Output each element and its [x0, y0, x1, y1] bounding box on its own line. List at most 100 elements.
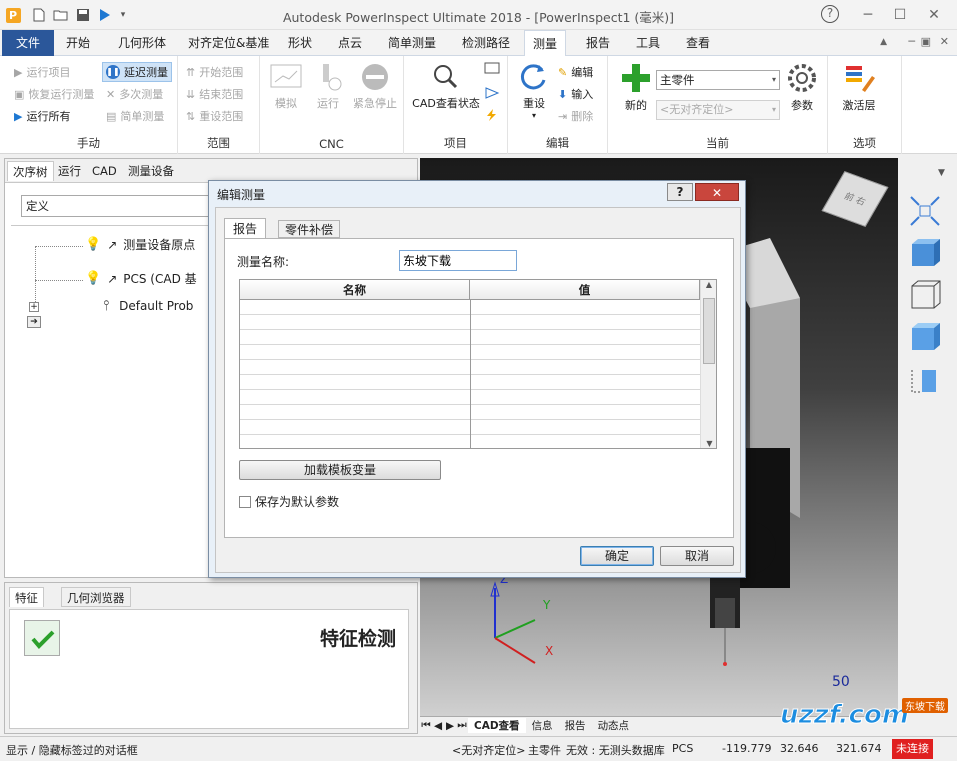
col-name-header[interactable]: 名称 — [240, 280, 470, 300]
collapse-ribbon-icon[interactable]: ▲ — [880, 37, 887, 47]
filter-select[interactable]: 定义 — [21, 195, 211, 217]
simulate-button[interactable]: 模拟 — [268, 62, 304, 111]
next-tab-icon[interactable]: ▶ — [444, 720, 456, 732]
tab-start[interactable]: 开始 — [58, 30, 98, 56]
lightning-icon[interactable] — [484, 108, 500, 125]
arrow-icon[interactable] — [484, 86, 500, 103]
prev-tab-icon[interactable]: ◀ — [432, 720, 444, 732]
dialog-help-button[interactable]: ? — [667, 183, 693, 201]
variables-grid: 名称 值 ▲ ▼ — [239, 279, 717, 449]
group-cnc: 模拟 运行 紧急停止 CNC — [260, 56, 404, 154]
alignment-select[interactable]: <无对齐定位> ▾ — [656, 100, 780, 120]
tab-part-compensation[interactable]: 零件补偿 — [278, 220, 341, 238]
tab-report[interactable]: 报告 — [578, 30, 618, 56]
solid-view-icon[interactable] — [908, 320, 942, 354]
activate-layer-button[interactable]: 激活层 — [834, 62, 884, 113]
axis-icon: ↗ — [107, 237, 118, 252]
load-template-button[interactable]: 加载模板变量 — [239, 460, 441, 480]
stop-icon — [362, 64, 388, 90]
run-item-button[interactable]: ▶ 运行项目 — [14, 62, 70, 82]
tab-tools[interactable]: 工具 — [628, 30, 668, 56]
tab-report-settings[interactable]: 报告 — [224, 218, 267, 238]
tab-alignment[interactable]: 对齐定位&基准 — [180, 30, 277, 56]
tab-features[interactable]: 特征 — [9, 587, 44, 607]
layers-pencil-icon — [846, 66, 875, 92]
toolbar-menu-icon[interactable]: ▼ — [938, 168, 945, 178]
cnc-run-icon — [323, 64, 342, 91]
cnc-run-button[interactable]: 运行 — [310, 62, 346, 111]
minimize-button[interactable]: ─ — [854, 4, 882, 26]
measure-name-input[interactable] — [399, 250, 517, 271]
doc-close-icon[interactable]: ✕ — [940, 35, 949, 48]
col-value-header[interactable]: 值 — [470, 280, 700, 300]
tab-run[interactable]: 运行 — [53, 161, 86, 181]
close-button[interactable]: ✕ — [920, 4, 948, 26]
section-view-icon[interactable] — [908, 362, 942, 396]
arrow-right-icon[interactable]: ➔ — [27, 316, 41, 328]
group-manual: ▶ 运行项目 ▣ 恢复运行测量 ▶ 运行所有 ❚❚ 延迟测量 ✕ 多次测量 ▤ 简单测量 手… — [0, 56, 178, 154]
reset-range-button[interactable]: ⇅ 重设范围 — [186, 106, 243, 126]
new-button[interactable]: 新的 — [616, 62, 656, 113]
end-range-button[interactable]: ⇊ 结束范围 — [186, 84, 243, 104]
tab-geometry[interactable]: 几何形体 — [110, 30, 174, 56]
reset-button[interactable]: 重设 ▾ — [514, 62, 554, 120]
doc-restore-icon[interactable]: ▣ — [921, 35, 931, 48]
tab-inspection-path[interactable]: 检测路径 — [454, 30, 518, 56]
simple-measure-button[interactable]: ▤ 简单测量 — [106, 106, 164, 126]
last-tab-icon[interactable]: ⏭ — [456, 719, 468, 732]
params-button[interactable]: 参数 — [782, 62, 822, 113]
scroll-down-icon[interactable]: ▼ — [701, 439, 716, 448]
delete-icon: ⇥ — [558, 109, 568, 123]
tab-cad-view[interactable]: CAD查看 — [468, 718, 526, 733]
part-select[interactable]: 主零件 ▾ — [656, 70, 780, 90]
expand-icon[interactable]: + — [29, 302, 39, 312]
dialog-close-button[interactable]: ✕ — [695, 183, 739, 201]
resume-run-button[interactable]: ▣ 恢复运行测量 — [14, 84, 94, 104]
zoom-fit-icon[interactable] — [908, 194, 942, 228]
first-tab-icon[interactable]: ⏮ — [420, 719, 432, 732]
reset-dropdown-icon[interactable]: ▾ — [514, 111, 554, 120]
tab-shape[interactable]: 形状 — [280, 30, 320, 56]
save-default-checkbox[interactable]: 保存为默认参数 — [239, 493, 339, 510]
ok-button[interactable]: 确定 — [580, 546, 654, 566]
tab-geometry-browser[interactable]: 几何浏览器 — [61, 587, 131, 607]
axis-y-label: Y — [543, 598, 551, 612]
tab-file[interactable]: 文件 — [2, 30, 55, 56]
tab-pointcloud[interactable]: 点云 — [330, 30, 370, 56]
doc-minimize-icon[interactable]: ─ — [908, 35, 915, 48]
tab-info[interactable]: 信息 — [526, 718, 559, 733]
wireframe-view-icon[interactable] — [908, 278, 942, 312]
shaded-view-icon[interactable] — [908, 236, 942, 270]
tree-item-pcs[interactable]: 💡 ↗ PCS (CAD 基 — [85, 270, 197, 287]
tree-item-probe[interactable]: ⫯ Default Prob — [103, 298, 193, 314]
delay-measure-button[interactable]: ❚❚ 延迟测量 — [102, 62, 172, 82]
multi-measure-button[interactable]: ✕ 多次测量 — [106, 84, 163, 104]
tab-dynamic-point[interactable]: 动态点 — [592, 718, 636, 733]
comment-icon[interactable] — [484, 62, 500, 79]
tab-cad[interactable]: CAD — [87, 161, 122, 181]
cancel-button[interactable]: 取消 — [660, 546, 734, 566]
scroll-thumb[interactable] — [703, 298, 715, 364]
tab-view[interactable]: 查看 — [678, 30, 718, 56]
run-all-button[interactable]: ▶ 运行所有 — [14, 106, 70, 126]
status-pcs: PCS — [672, 742, 694, 755]
chevron-down-icon: ▾ — [771, 105, 776, 114]
delete-button[interactable]: ⇥ 删除 — [558, 106, 593, 126]
tab-measure[interactable]: 测量 — [524, 30, 567, 57]
cad-view-state-button[interactable]: CAD查看状态 — [410, 62, 482, 111]
feature-inspect-icon[interactable] — [24, 620, 60, 656]
checkbox-box[interactable] — [239, 495, 251, 508]
emergency-stop-button[interactable]: 紧急停止 — [350, 62, 400, 111]
start-range-button[interactable]: ⇈ 开始范围 — [186, 62, 243, 82]
import-button[interactable]: ⬇ 输入 — [558, 84, 593, 104]
tab-view-report[interactable]: 报告 — [559, 718, 592, 733]
restore-button[interactable]: ☐ — [886, 4, 914, 26]
grid-scrollbar[interactable]: ▲ ▼ — [700, 280, 716, 448]
tab-sequence-tree[interactable]: 次序树 — [7, 161, 54, 181]
tree-item-device-origin[interactable]: 💡 ↗ 测量设备原点 — [85, 236, 195, 253]
tab-simple-measure[interactable]: 简单测量 — [380, 30, 444, 56]
scroll-up-icon[interactable]: ▲ — [701, 280, 716, 289]
edit-button[interactable]: ✎ 编辑 — [558, 62, 593, 82]
tab-devices[interactable]: 测量设备 — [123, 161, 179, 181]
help-icon[interactable]: ? — [816, 3, 844, 25]
